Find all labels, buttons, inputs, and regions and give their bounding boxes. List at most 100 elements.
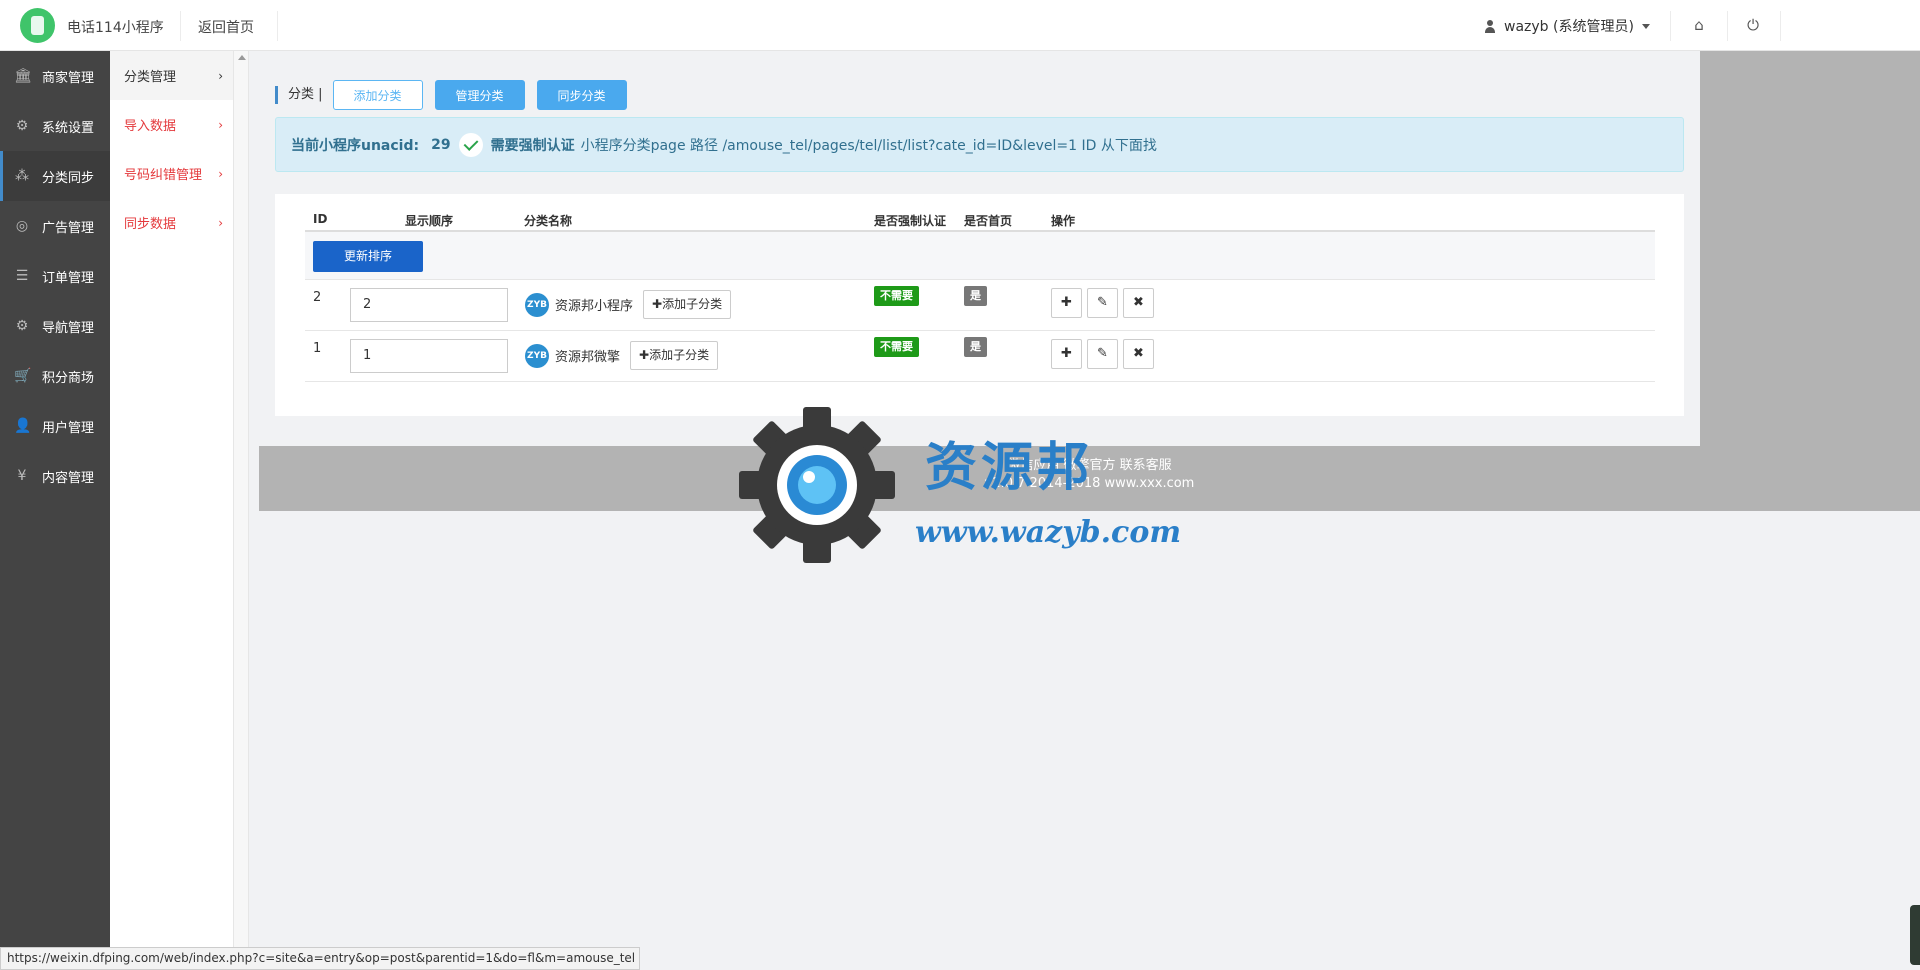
divider: [180, 11, 181, 41]
submenu-scrollbar[interactable]: [233, 51, 249, 970]
homepage-badge: 是: [964, 337, 987, 357]
sidebar-item-users[interactable]: 👤 用户管理: [0, 401, 110, 451]
sidebar-item-category-sync[interactable]: ⁂ 分类同步: [0, 151, 110, 201]
sidebar-item-label: 内容管理: [42, 470, 95, 486]
sidebar-item-label: 广告管理: [42, 220, 95, 236]
sidebar-item-label: 订单管理: [42, 270, 95, 286]
header-name: 分类名称: [524, 214, 573, 228]
power-icon[interactable]: ⏻: [1745, 17, 1761, 33]
divider: [1780, 11, 1781, 41]
category-logo-icon: ZYB: [525, 343, 549, 368]
sub-sidebar: 分类管理 › 导入数据 › 号码纠错管理 › 同步数据 ›: [110, 51, 233, 970]
app-logo[interactable]: [20, 8, 55, 43]
table-header: ID 显示顺序 分类名称 是否强制认证 是否首页 操作: [305, 204, 1655, 232]
sidebar-item-settings[interactable]: ⚙ 系统设置: [0, 101, 110, 151]
sidebar-item-navigation[interactable]: ⚙ 导航管理: [0, 301, 110, 351]
add-icon[interactable]: ✚: [1051, 288, 1082, 318]
watermark-logo: 资源邦 www.wazyb.com: [735, 405, 1185, 565]
sort-row: 更新排序: [305, 232, 1655, 280]
bank-icon: 🏛: [14, 68, 32, 84]
force-auth-text: 需要强制认证: [490, 137, 575, 154]
watermark-title: 资源邦: [925, 437, 1094, 498]
info-alert: 当前小程序unacid: 29 需要强制认证 小程序分类page 路径 /amo…: [275, 117, 1684, 172]
scroll-up-arrow-icon[interactable]: [238, 55, 246, 60]
submenu-item-label: 导入数据: [124, 119, 177, 134]
header-order: 显示顺序: [405, 214, 454, 228]
sidebar-item-label: 用户管理: [42, 420, 95, 436]
table-row: 2 2 ZYB 资源邦小程序 ✚添加子分类 不需要 是 ✚ ✎ ✖: [305, 280, 1655, 331]
divider: [1727, 11, 1728, 41]
back-home-link[interactable]: 返回首页: [198, 17, 254, 37]
edit-icon[interactable]: ✎: [1087, 288, 1118, 318]
home-icon[interactable]: ⌂: [1691, 17, 1707, 33]
app-title[interactable]: 电话114小程序: [67, 17, 164, 37]
watermark-url: www.wazyb.com: [915, 515, 1182, 550]
sidebar-item-content[interactable]: ¥ 内容管理: [0, 451, 110, 501]
submenu-item-label: 同步数据: [124, 217, 177, 232]
cart-icon: 🛒: [14, 368, 32, 384]
force-auth-badge: 不需要: [874, 337, 919, 357]
cogs-icon: ⚙: [15, 318, 29, 334]
unacid-label: 当前小程序unacid:: [291, 137, 420, 154]
homepage-badge: 是: [964, 286, 987, 306]
user-name: wazyb (系统管理员): [1504, 19, 1634, 35]
browser-status-bar: https://weixin.dfping.com/web/index.php?…: [0, 947, 640, 970]
submenu-item-label: 分类管理: [124, 70, 177, 85]
add-icon[interactable]: ✚: [1051, 339, 1082, 369]
category-toolbar: 分类 | 添加分类 管理分类 同步分类: [275, 80, 639, 110]
update-sort-button[interactable]: 更新排序: [313, 241, 423, 272]
divider: [277, 11, 278, 41]
sidebar-item-ads[interactable]: ◎ 广告管理: [0, 201, 110, 251]
submenu-item-sync-data[interactable]: 同步数据 ›: [110, 198, 233, 247]
submenu-item-category-manage[interactable]: 分类管理 ›: [110, 51, 233, 100]
category-table-panel: ID 显示顺序 分类名称 是否强制认证 是否首页 操作 更新排序 2 2 ZYB…: [275, 194, 1684, 416]
sidebar-item-label: 积分商场: [42, 370, 95, 386]
force-auth-badge: 不需要: [874, 286, 919, 306]
sidebar-item-label: 系统设置: [42, 120, 95, 136]
user-icon: 👤: [14, 418, 32, 434]
order-input[interactable]: 2: [350, 288, 508, 322]
unacid-value: 29: [431, 136, 451, 153]
sidebar-item-points-mall[interactable]: 🛒 积分商场: [0, 351, 110, 401]
table-row: 1 1 ZYB 资源邦微擎 ✚添加子分类 不需要 是 ✚ ✎ ✖: [305, 331, 1655, 382]
caret-down-icon: [1641, 23, 1650, 29]
page-path-text: 小程序分类page 路径 /amouse_tel/pages/tel/list/…: [580, 137, 1157, 154]
sidebar-item-label: 分类同步: [42, 170, 95, 186]
category-name: 资源邦小程序: [555, 299, 634, 314]
category-name-cell: ZYB 资源邦微擎 ✚添加子分类: [525, 341, 719, 370]
delete-icon[interactable]: ✖: [1123, 288, 1154, 318]
category-name-cell: ZYB 资源邦小程序 ✚添加子分类: [525, 290, 732, 319]
header-actions: 操作: [1051, 214, 1076, 228]
submenu-item-number-correction[interactable]: 号码纠错管理 ›: [110, 149, 233, 198]
user-menu[interactable]: wazyb (系统管理员): [1484, 16, 1650, 36]
sidebar-item-orders[interactable]: ☰ 订单管理: [0, 251, 110, 301]
check-icon: [458, 132, 483, 157]
submenu-item-label: 号码纠错管理: [124, 168, 203, 183]
category-name: 资源邦微擎: [555, 350, 621, 365]
sidebar-item-label: 导航管理: [42, 320, 95, 336]
delete-icon[interactable]: ✖: [1123, 339, 1154, 369]
user-icon: [1484, 19, 1496, 33]
add-category-button[interactable]: 添加分类: [332, 80, 423, 110]
header-force-auth: 是否强制认证: [874, 214, 947, 228]
add-child-category-button[interactable]: ✚添加子分类: [643, 290, 732, 319]
add-child-category-button[interactable]: ✚添加子分类: [630, 341, 719, 370]
category-logo-icon: ZYB: [525, 292, 549, 317]
chevron-right-icon: ›: [218, 117, 223, 132]
sync-category-button[interactable]: 同步分类: [536, 80, 627, 110]
yen-icon: ¥: [17, 468, 27, 484]
row-id: 1: [313, 341, 322, 356]
manage-category-button[interactable]: 管理分类: [434, 80, 525, 110]
submenu-item-import[interactable]: 导入数据 ›: [110, 100, 233, 149]
floating-widget[interactable]: [1910, 905, 1920, 965]
list-icon: ☰: [15, 268, 29, 284]
main-sidebar: 🏛 商家管理 ⚙ 系统设置 ⁂ 分类同步 ◎ 广告管理 ☰ 订单管理 ⚙ 导航管…: [0, 51, 110, 970]
gear-icon: ⚙: [15, 118, 29, 134]
sidebar-item-merchant[interactable]: 🏛 商家管理: [0, 51, 110, 101]
category-table: ID 显示顺序 分类名称 是否强制认证 是否首页 操作 更新排序 2 2 ZYB…: [305, 204, 1655, 382]
header-homepage: 是否首页: [964, 214, 1013, 228]
edit-icon[interactable]: ✎: [1087, 339, 1118, 369]
chevron-right-icon: ›: [218, 166, 223, 181]
order-input[interactable]: 1: [350, 339, 508, 373]
divider: [1670, 11, 1671, 41]
